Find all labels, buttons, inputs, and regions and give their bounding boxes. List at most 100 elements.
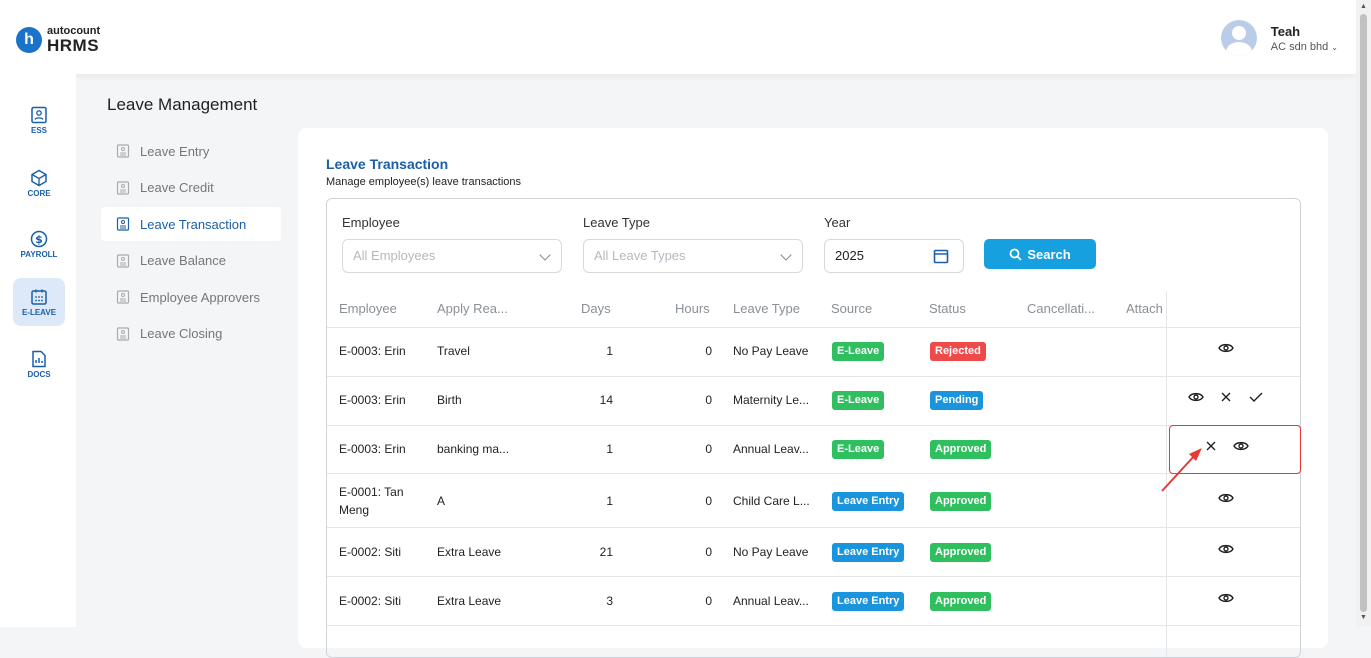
rail-label: PAYROLL xyxy=(20,249,58,259)
cell-employee: E-0003: Erin xyxy=(339,393,406,407)
rail-label: DOCS xyxy=(27,369,51,379)
subnav-item-leave-balance[interactable]: Leave Balance xyxy=(101,244,281,278)
cell-days: 1 xyxy=(606,494,613,508)
rail-item-docs[interactable]: DOCS xyxy=(13,340,65,388)
page-scrollbar[interactable]: ▲ ▼ xyxy=(1356,0,1371,627)
leave-type-select[interactable]: All Leave Types xyxy=(583,239,803,273)
e-leave-icon xyxy=(31,289,47,305)
subnav-item-leave-entry[interactable]: Leave Entry xyxy=(101,134,281,168)
subnav-label: Leave Credit xyxy=(140,180,214,196)
subnav-item-leave-closing[interactable]: Leave Closing xyxy=(101,317,281,351)
cell-employee: E-0001: Tan xyxy=(339,485,404,499)
column-header-leave-type[interactable]: Leave Type xyxy=(733,301,800,316)
scroll-up-icon[interactable]: ▲ xyxy=(1360,3,1367,10)
eye-icon[interactable] xyxy=(1218,591,1234,605)
eye-icon[interactable] xyxy=(1218,542,1234,556)
rail-label: CORE xyxy=(27,188,51,198)
rail-item-ess[interactable]: ESS xyxy=(13,96,65,144)
top-bar: h autocount HRMS Teah AC sdn bhd ⌄ xyxy=(0,0,1356,74)
user-company[interactable]: AC sdn bhd ⌄ xyxy=(1271,41,1338,53)
ess-icon xyxy=(31,106,47,123)
source-badge: Leave Entry xyxy=(832,592,905,611)
calendar-icon[interactable] xyxy=(933,248,949,264)
leave-type-filter-label: Leave Type xyxy=(583,215,650,230)
svg-text:$: $ xyxy=(35,233,43,246)
document-icon xyxy=(116,327,130,341)
payroll-icon: $ xyxy=(30,230,48,247)
user-menu[interactable]: Teah AC sdn bhd ⌄ xyxy=(1220,20,1338,56)
subnav-label: Leave Transaction xyxy=(140,216,247,232)
cell-leave-type: Child Care L... xyxy=(733,494,810,508)
subnav-item-leave-transaction[interactable]: Leave Transaction xyxy=(101,207,281,242)
rail-item-payroll[interactable]: $ PAYROLL xyxy=(13,220,65,268)
status-badge: Approved xyxy=(930,492,992,511)
source-badge: E-Leave xyxy=(832,342,885,361)
column-header-attachment[interactable]: Attach xyxy=(1126,301,1166,316)
rail-label: E-LEAVE xyxy=(21,307,57,317)
scroll-down-icon[interactable]: ▼ xyxy=(1360,614,1367,621)
check-icon[interactable] xyxy=(1248,390,1264,404)
subnav-item-employee-approvers[interactable]: Employee Approvers xyxy=(101,280,281,314)
cell-employee: E-0002: Siti xyxy=(339,594,402,608)
column-header-hours[interactable]: Hours xyxy=(675,301,710,316)
chevron-down-icon xyxy=(539,249,551,261)
column-header-employee[interactable]: Employee xyxy=(339,301,397,316)
column-header-cancellation[interactable]: Cancellati... xyxy=(1027,301,1095,316)
document-icon xyxy=(116,290,130,304)
rail-item-e-leave[interactable]: E-LEAVE xyxy=(13,278,65,326)
source-badge: Leave Entry xyxy=(832,492,905,511)
year-input[interactable]: 2025 xyxy=(824,239,964,273)
column-header-source[interactable]: Source xyxy=(831,301,872,316)
leave-subnav: Leave Entry Leave Credit Leave Transacti… xyxy=(101,134,281,354)
cell-employee: E-0003: Erin xyxy=(339,442,406,456)
document-icon xyxy=(116,254,130,268)
app-logo[interactable]: h autocount HRMS xyxy=(16,26,100,54)
eye-icon[interactable] xyxy=(1218,491,1234,505)
column-header-status[interactable]: Status xyxy=(929,301,966,316)
cell-hours: 0 xyxy=(705,393,712,407)
core-icon xyxy=(31,169,47,186)
docs-icon xyxy=(32,350,46,367)
column-header-days[interactable]: Days xyxy=(581,301,611,316)
cell-leave-type: Annual Leav... xyxy=(733,594,809,608)
source-badge: E-Leave xyxy=(832,440,885,459)
source-badge: E-Leave xyxy=(832,391,885,410)
divider xyxy=(327,527,1300,528)
card-subtitle: Manage employee(s) leave transactions xyxy=(326,176,522,188)
cell-hours: 0 xyxy=(705,442,712,456)
logo-mark: h xyxy=(16,27,42,53)
eye-icon[interactable] xyxy=(1188,390,1204,404)
status-badge: Pending xyxy=(930,391,984,410)
chevron-down-icon xyxy=(780,249,792,261)
status-badge: Approved xyxy=(930,543,992,562)
divider xyxy=(327,625,1300,626)
divider xyxy=(327,327,1300,328)
column-header-apply-reason[interactable]: Apply Rea... xyxy=(437,301,508,316)
search-button[interactable]: Search xyxy=(984,239,1096,269)
scroll-thumb[interactable] xyxy=(1360,14,1367,612)
cell-employee: E-0002: Siti xyxy=(339,545,402,559)
subnav-item-leave-credit[interactable]: Leave Credit xyxy=(101,171,281,205)
employee-select[interactable]: All Employees xyxy=(342,239,562,273)
year-filter-label: Year xyxy=(824,215,851,230)
source-badge: Leave Entry xyxy=(832,543,905,562)
annotation-arrow-icon xyxy=(1161,448,1202,492)
rail-label: ESS xyxy=(30,125,47,135)
divider xyxy=(327,473,1300,474)
rail-item-core[interactable]: CORE xyxy=(13,159,65,207)
avatar[interactable] xyxy=(1220,20,1257,56)
eye-icon[interactable] xyxy=(1218,341,1234,355)
cell-reason: banking ma... xyxy=(437,442,510,456)
subnav-label: Leave Entry xyxy=(140,143,210,159)
status-badge: Approved xyxy=(930,592,992,611)
document-icon xyxy=(116,144,130,158)
close-icon[interactable] xyxy=(1218,390,1234,404)
cell-hours: 0 xyxy=(705,494,712,508)
search-button-label: Search xyxy=(1027,246,1071,262)
cell-reason: Extra Leave xyxy=(437,545,502,559)
logo-big-text: HRMS xyxy=(47,36,100,55)
cell-employee-line2: Meng xyxy=(339,503,370,517)
cell-reason: Extra Leave xyxy=(437,594,502,608)
status-badge: Approved xyxy=(930,440,992,459)
transaction-panel: Employee All Employees Leave Type All Le… xyxy=(326,198,1301,658)
